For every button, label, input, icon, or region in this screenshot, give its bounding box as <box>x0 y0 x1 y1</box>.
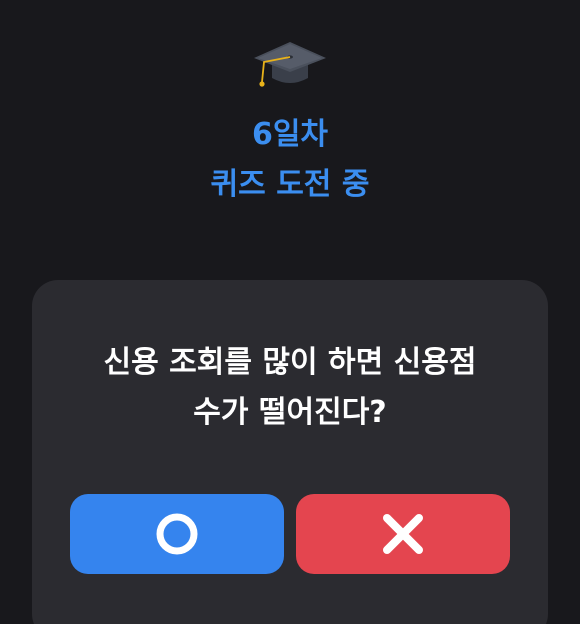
day-label: 6일차 <box>251 117 329 152</box>
x-mark-icon <box>383 514 423 554</box>
question-line-2: 수가 떨어진다? <box>193 395 387 430</box>
question-text: 신용 조회를 많이 하면 신용점 수가 떨어진다? <box>32 338 548 438</box>
question-line-1: 신용 조회를 많이 하면 신용점 <box>103 345 477 380</box>
answer-true-button[interactable] <box>70 494 284 574</box>
quiz-card: 신용 조회를 많이 하면 신용점 수가 떨어진다? <box>32 280 548 624</box>
graduation-cap-icon <box>250 36 330 92</box>
answer-false-button[interactable] <box>296 494 510 574</box>
circle-o-icon <box>156 513 198 555</box>
quiz-screen: 6일차 퀴즈 도전 중 신용 조회를 많이 하면 신용점 수가 떨어진다? <box>0 0 580 624</box>
status-label: 퀴즈 도전 중 <box>210 167 370 202</box>
